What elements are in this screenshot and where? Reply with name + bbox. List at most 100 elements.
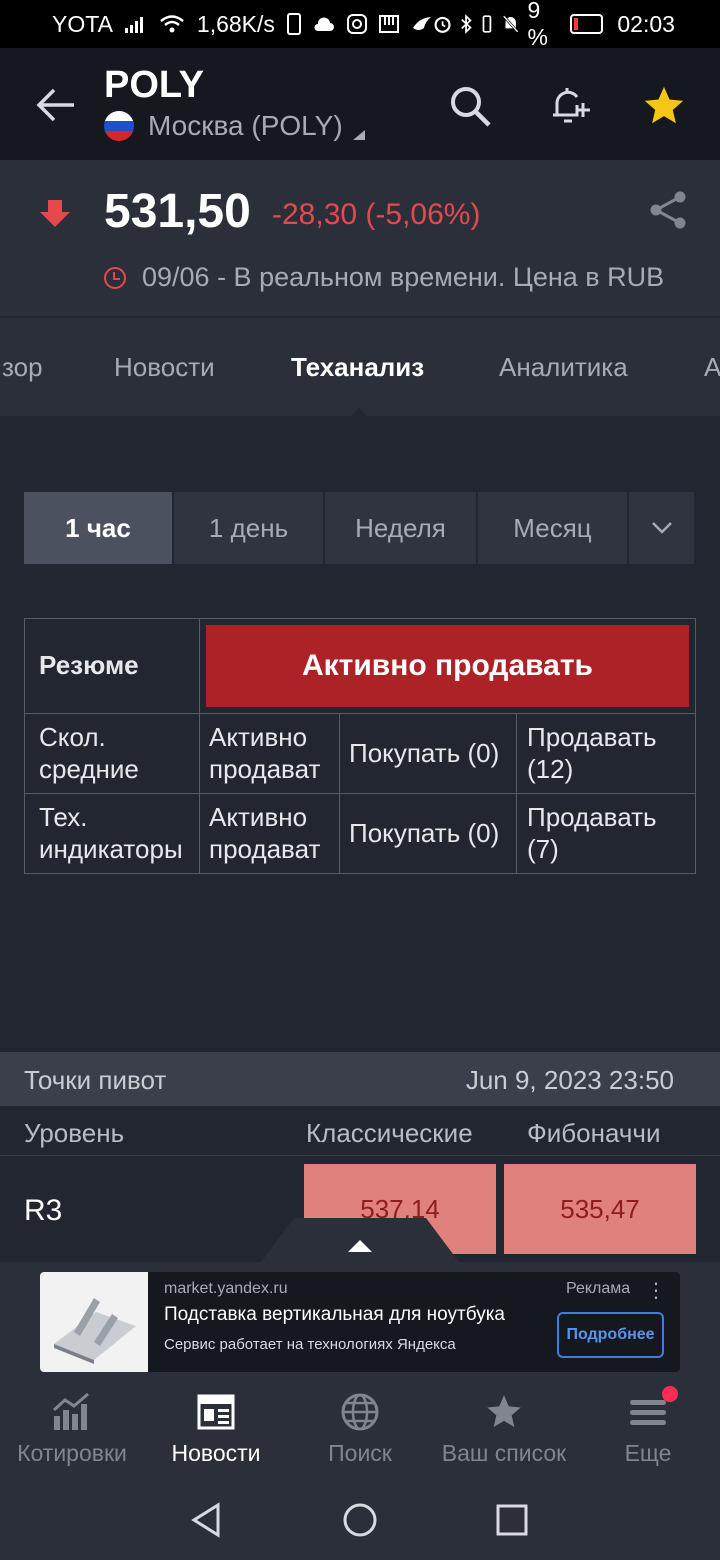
pivot-level: R3 — [24, 1194, 63, 1227]
period-month[interactable]: Месяц — [478, 492, 627, 564]
table-row: Скол. средние Активно продават Покупать … — [24, 713, 696, 794]
summary-verdict-cell: Активно продавать — [199, 618, 696, 714]
indicator-group-signal: Активно продават — [199, 713, 340, 794]
dropdown-triangle-icon — [352, 130, 365, 140]
clock-time: 02:03 — [617, 10, 675, 37]
menu-icon — [630, 1400, 666, 1425]
share-icon — [650, 191, 686, 229]
sell-count: Продавать (7) — [516, 793, 696, 874]
system-home-icon[interactable] — [342, 1502, 378, 1538]
russia-flag-icon — [104, 111, 134, 141]
nav-label: Еще — [624, 1440, 672, 1466]
exchange-label: Москва (POLY) — [148, 110, 343, 141]
period-week[interactable]: Неделя — [325, 492, 476, 564]
tab-news[interactable]: Новости — [114, 352, 215, 383]
summary-verdict: Активно продавать — [206, 625, 689, 707]
technical-summary-table: Резюме Активно продавать Скол. средние А… — [24, 618, 696, 874]
expand-ad-button[interactable] — [258, 1218, 462, 1266]
bird-icon — [412, 17, 431, 30]
buy-count: Покупать (0) — [339, 793, 517, 874]
ad-more-options-icon[interactable]: ⋮ — [646, 1278, 666, 1303]
table-row: Тех. индикаторы Активно продават Покупат… — [24, 793, 696, 874]
nav-item-quotes[interactable]: Котировки — [0, 1380, 144, 1476]
tab-technical-analysis[interactable]: Теханализ — [291, 352, 424, 383]
search-button[interactable] — [442, 78, 498, 134]
tab-analytics[interactable]: Аналитика — [499, 352, 628, 383]
alarm-icon — [434, 16, 451, 33]
column-header-fibonacci: Фибоначчи — [527, 1118, 661, 1148]
period-1-hour[interactable]: 1 час — [24, 492, 172, 564]
pivot-header: Точки пивот Jun 9, 2023 23:50 — [0, 1052, 720, 1106]
add-alert-button[interactable] — [542, 78, 598, 134]
network-speed: 1,68K/s — [196, 10, 275, 37]
ad-product-image — [40, 1272, 148, 1372]
piano-icon — [378, 15, 399, 33]
battery-percent: 9 % — [527, 0, 548, 50]
mute-icon — [502, 15, 519, 33]
sell-count: Продавать (12) — [516, 713, 696, 794]
nav-item-search[interactable]: Поиск — [288, 1380, 432, 1476]
pivot-fibonacci-value: 535,47 — [504, 1164, 696, 1254]
star-icon — [644, 86, 684, 124]
notification-badge — [662, 1386, 678, 1402]
nav-label: Поиск — [328, 1440, 392, 1466]
pivot-datetime: Jun 9, 2023 23:50 — [465, 1065, 674, 1095]
back-button[interactable] — [26, 78, 86, 132]
phone-icon — [286, 13, 301, 35]
nav-label: Новости — [171, 1440, 261, 1466]
app-header: POLY Москва (POLY) — [0, 48, 720, 160]
ad-title: Подставка вертикальная для ноутбука — [164, 1304, 505, 1325]
quotes-chart-icon — [52, 1392, 89, 1430]
nav-item-more[interactable]: Еще — [576, 1380, 720, 1476]
period-selector: 1 час 1 день Неделя Месяц — [24, 492, 696, 564]
ad-label: Реклама — [566, 1280, 631, 1297]
quote-panel: 531,50 -28,30 (-5,06%) 09/06 - В реально… — [0, 160, 720, 316]
ad-subtitle: Сервис работает на технологиях Яндекса — [164, 1336, 456, 1353]
section-tabs: зор Новости Теханализ Аналитика А — [0, 318, 720, 416]
tab-overview[interactable]: зор — [2, 352, 43, 383]
summary-row: Резюме Активно продавать — [24, 618, 696, 714]
wifi-icon — [160, 15, 184, 33]
realtime-info: 09/06 - В реальном времени. Цена в RUB — [104, 262, 664, 293]
bluetooth-icon — [461, 14, 472, 34]
active-tab-indicator — [349, 408, 369, 416]
indicator-group-signal: Активно продават — [199, 793, 340, 874]
price-down-arrow-icon — [40, 200, 70, 227]
cloud-icon — [314, 17, 334, 31]
buy-count: Покупать (0) — [339, 713, 517, 794]
exchange-selector[interactable]: Москва (POLY) — [104, 110, 365, 142]
ad-details-button[interactable]: Подробнее — [557, 1312, 664, 1358]
ad-banner[interactable]: market.yandex.ru Подставка вертикальная … — [40, 1272, 680, 1372]
clock-icon — [104, 266, 126, 289]
summary-label: Резюме — [24, 618, 200, 714]
battery-icon — [569, 14, 604, 34]
realtime-text: 09/06 - В реальном времени. Цена в RUB — [142, 262, 665, 292]
nav-label: Ваш список — [441, 1440, 567, 1466]
ad-banner-area: market.yandex.ru Подставка вертикальная … — [0, 1262, 720, 1380]
indicator-group-name: Скол. средние — [24, 713, 200, 794]
star-icon — [487, 1395, 521, 1427]
column-header-level: Уровень — [24, 1118, 125, 1148]
pivot-title: Точки пивот — [24, 1065, 167, 1095]
system-recents-icon[interactable] — [494, 1502, 530, 1538]
nav-item-news[interactable]: Новости — [144, 1380, 288, 1476]
period-1-day[interactable]: 1 день — [174, 492, 323, 564]
system-navigation-bar — [0, 1476, 720, 1560]
favorite-button[interactable] — [636, 78, 692, 134]
bottom-navigation: Котировки Новости Поиск Ваш список Еще — [0, 1380, 720, 1476]
column-header-classic: Классические — [306, 1118, 473, 1148]
signal-icon — [124, 17, 143, 33]
nav-item-watchlist[interactable]: Ваш список — [432, 1380, 576, 1476]
last-price: 531,50 — [104, 185, 251, 238]
add-alert-icon — [553, 88, 590, 123]
system-back-icon[interactable] — [188, 1502, 224, 1538]
share-button[interactable] — [646, 188, 690, 232]
nav-label: Котировки — [17, 1440, 127, 1466]
globe-icon — [341, 1393, 379, 1431]
period-more-dropdown[interactable] — [629, 492, 694, 564]
tab-next[interactable]: А — [704, 352, 720, 383]
status-bar: YOTA 1,68K/s 9 % 02:03 — [0, 0, 720, 50]
news-icon — [197, 1394, 235, 1430]
chevron-up-icon — [258, 1218, 462, 1266]
price-change: -28,30 (-5,06%) — [272, 198, 481, 231]
